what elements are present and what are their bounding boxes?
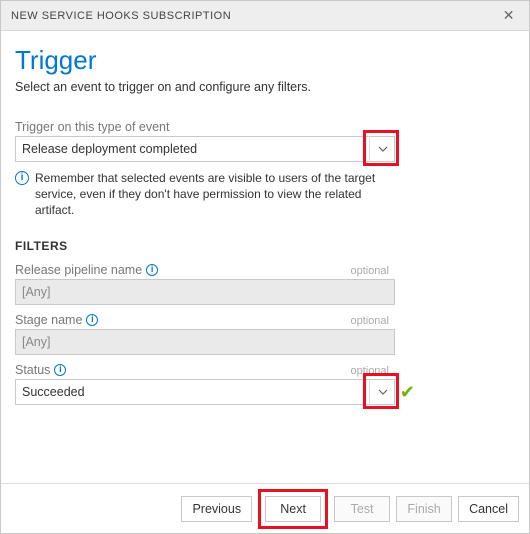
info-note: i Remember that selected events are visi… [15, 170, 395, 219]
dialog-title: NEW SERVICE HOOKS SUBSCRIPTION [11, 10, 231, 22]
event-type-value: Release deployment completed [22, 142, 197, 156]
stage-label: Stage name i [15, 313, 98, 327]
optional-tag: optional [350, 315, 395, 327]
pipeline-field: Release pipeline name i optional [Any] [15, 263, 515, 305]
status-select[interactable]: Succeeded [15, 379, 395, 405]
stage-field: Stage name i optional [Any] [15, 313, 515, 355]
page-subtitle: Select an event to trigger on and config… [15, 80, 515, 94]
info-icon[interactable]: i [146, 264, 158, 276]
stage-select[interactable]: [Any] [15, 329, 395, 355]
dialog-titlebar: NEW SERVICE HOOKS SUBSCRIPTION ✕ [1, 1, 529, 31]
filters-heading: FILTERS [15, 239, 515, 253]
info-icon: i [15, 171, 29, 185]
status-value: Succeeded [22, 385, 85, 399]
status-label: Status i [15, 363, 66, 377]
event-type-label: Trigger on this type of event [15, 120, 515, 134]
next-button[interactable]: Next [265, 496, 321, 522]
dialog-footer: Previous Next Test Finish Cancel [1, 483, 529, 533]
info-icon[interactable]: i [86, 314, 98, 326]
page-title: Trigger [15, 45, 515, 76]
optional-tag: optional [350, 365, 395, 377]
previous-button[interactable]: Previous [181, 496, 252, 522]
test-button[interactable]: Test [334, 496, 390, 522]
status-field: Status i optional Succeeded ✔ [15, 363, 515, 405]
pipeline-select[interactable]: [Any] [15, 279, 395, 305]
stage-value: [Any] [22, 335, 51, 349]
info-note-text: Remember that selected events are visibl… [35, 170, 395, 219]
event-type-select[interactable]: Release deployment completed [15, 136, 395, 162]
pipeline-value: [Any] [22, 285, 51, 299]
checkmark-icon: ✔ [400, 382, 415, 403]
close-icon[interactable]: ✕ [499, 7, 519, 24]
optional-tag: optional [350, 265, 395, 277]
highlight-box: Next [258, 489, 328, 529]
pipeline-label: Release pipeline name i [15, 263, 158, 277]
dialog-content: Trigger Select an event to trigger on an… [1, 31, 529, 405]
event-type-field: Trigger on this type of event Release de… [15, 120, 515, 162]
cancel-button[interactable]: Cancel [458, 496, 519, 522]
finish-button[interactable]: Finish [396, 496, 452, 522]
info-icon[interactable]: i [54, 364, 66, 376]
